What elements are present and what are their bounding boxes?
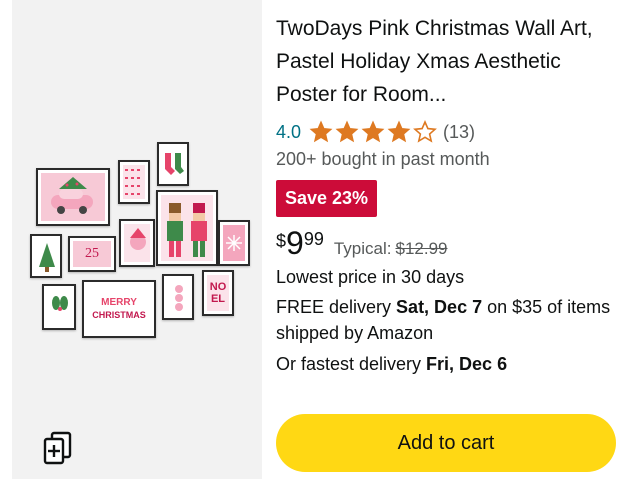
poster-christmas-text: CHRISTMAS <box>92 310 146 320</box>
poster-frame-date: 25 <box>68 236 116 272</box>
fastest-delivery-info: Or fastest delivery Fri, Dec 6 <box>276 354 626 375</box>
price-fraction: 99 <box>303 229 324 249</box>
poster-date-text: 25 <box>85 246 99 261</box>
product-image[interactable]: 25 MERRY CHRISTMAS NO EL <box>12 0 262 479</box>
fastest-date: Fri, Dec 6 <box>426 354 508 374</box>
poster-noel-text-1: NO <box>209 281 227 293</box>
price-currency: $ <box>276 231 287 251</box>
product-title[interactable]: TwoDays Pink Christmas Wall Art, Pastel … <box>276 12 626 111</box>
bought-in-past-month: 200+ bought in past month <box>276 149 490 169</box>
price-row: $ 9 99 Typical: $12.99 <box>276 227 626 263</box>
star-rating <box>309 120 437 144</box>
poster-frame-stockings <box>157 142 189 186</box>
poster-frame-pattern <box>118 160 150 204</box>
price-whole: 9 <box>286 225 304 261</box>
star-icon <box>335 120 359 143</box>
star-icon <box>309 120 333 143</box>
star-icon <box>387 120 411 143</box>
poster-frame-merry-christmas: MERRY CHRISTMAS <box>82 280 156 338</box>
rating-row[interactable]: 4.0 (13) <box>276 119 626 145</box>
add-to-cart-button[interactable]: Add to cart <box>276 414 616 472</box>
typical-label: Typical: <box>333 239 392 258</box>
compare-cards-icon <box>43 431 72 465</box>
poster-frame-car <box>36 168 110 226</box>
poster-frame-bow <box>162 274 194 320</box>
fastest-prefix: Or fastest delivery <box>276 354 427 374</box>
typical-price-label: Typical: $12.99 <box>334 239 448 259</box>
typical-price: $12.99 <box>395 239 448 258</box>
poster-frame-tree <box>30 234 62 278</box>
star-empty-icon <box>413 120 437 143</box>
poster-frame-mistletoe <box>42 284 76 330</box>
star-icon <box>361 120 385 143</box>
delivery-info: FREE delivery Sat, Dec 7 on $35 of items… <box>276 294 626 346</box>
poster-frame-santa <box>119 219 155 267</box>
poster-frame-noel: NO EL <box>202 270 234 316</box>
rating-count-link[interactable]: (13) <box>443 122 475 143</box>
compare-button[interactable] <box>36 428 80 468</box>
lowest-price-note: Lowest price in 30 days <box>276 267 465 287</box>
delivery-date: Sat, Dec 7 <box>396 297 483 317</box>
rating-value: 4.0 <box>276 121 302 142</box>
delivery-prefix: FREE delivery <box>276 297 397 317</box>
poster-merry-text: MERRY <box>101 297 137 308</box>
product-image-pane[interactable]: 25 MERRY CHRISTMAS NO EL <box>12 0 262 479</box>
poster-frame-nutcrackers <box>156 190 218 266</box>
save-badge: Save 23% <box>276 180 378 217</box>
poster-frame-snowflake <box>218 220 250 266</box>
product-details: TwoDays Pink Christmas Wall Art, Pastel … <box>276 12 626 375</box>
poster-noel-text-2: EL <box>210 293 226 305</box>
